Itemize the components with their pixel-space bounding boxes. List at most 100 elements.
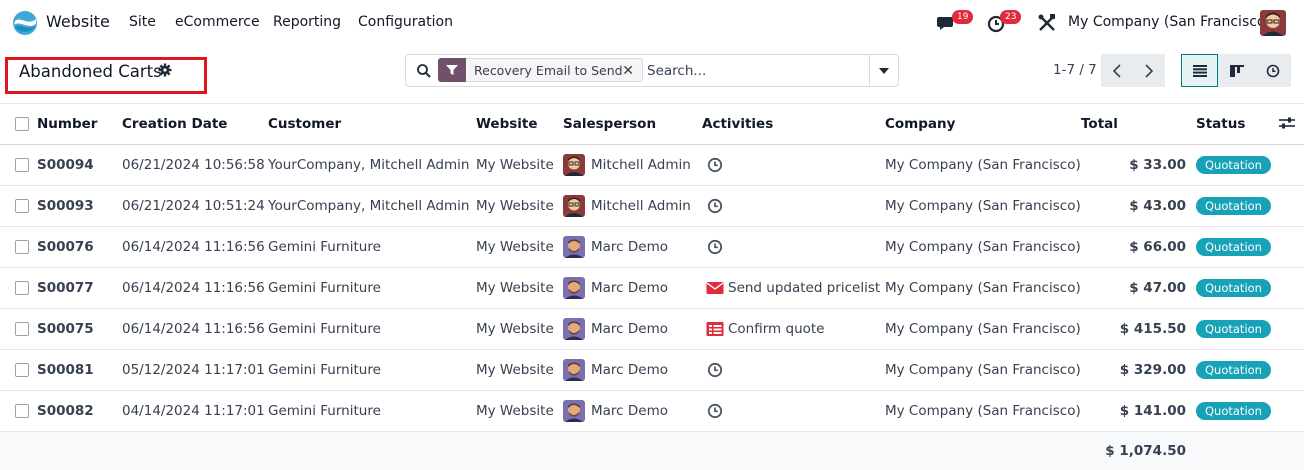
search-input[interactable] (647, 60, 862, 82)
order-number: S00093 (37, 185, 122, 227)
customer: Gemini Furniture (268, 226, 476, 268)
chevron-left-icon (1112, 63, 1121, 78)
select-all-cell[interactable] (0, 103, 37, 145)
column-header-salesperson[interactable]: Salesperson (563, 103, 702, 145)
row-select-cell[interactable] (0, 226, 37, 268)
table-row[interactable]: S00093 06/21/2024 10:51:24 YourCompany, Mi… (0, 185, 1304, 227)
company-switcher[interactable]: My Company (San Francisco) (1068, 14, 1271, 30)
clock-icon[interactable] (702, 197, 728, 215)
activity-cell[interactable]: Send updated pricelist (702, 267, 885, 309)
company: My Company (San Francisco) (885, 185, 1081, 227)
salesperson-avatar[interactable] (563, 154, 591, 176)
list-icon (1192, 64, 1207, 77)
column-header-activities[interactable]: Activities (702, 103, 885, 145)
caret-down-icon (879, 67, 889, 74)
status-badge: Quotation (1196, 279, 1271, 297)
table-row[interactable]: S00081 05/12/2024 11:17:01 Gemini Furnitur… (0, 349, 1304, 391)
column-header-number[interactable]: Number (37, 103, 122, 145)
customer: YourCompany, Mitchell Admin (268, 144, 476, 186)
row-checkbox[interactable] (15, 158, 29, 172)
tasks-icon[interactable] (702, 320, 728, 338)
row-select-cell[interactable] (0, 390, 37, 432)
search-options-toggle[interactable] (869, 54, 899, 87)
user-avatar[interactable] (1260, 10, 1286, 36)
clock-icon[interactable] (702, 361, 728, 379)
order-number: S00075 (37, 308, 122, 350)
table-row[interactable]: S00094 06/21/2024 10:56:58 YourCompany, Mi… (0, 144, 1304, 186)
column-header-total[interactable]: Total (1081, 103, 1196, 145)
pager-value[interactable]: 1-7 / 7 (1053, 62, 1097, 78)
table-row[interactable]: S00077 06/14/2024 11:16:56 Gemini Furnitur… (0, 267, 1304, 309)
status-cell: Quotation (1196, 390, 1304, 432)
row-checkbox[interactable] (15, 199, 29, 213)
customer: Gemini Furniture (268, 390, 476, 432)
row-checkbox[interactable] (15, 363, 29, 377)
company: My Company (San Francisco) (885, 267, 1081, 309)
row-checkbox[interactable] (15, 240, 29, 254)
total: $ 66.00 (1081, 226, 1196, 268)
order-number: S00094 (37, 144, 122, 186)
salesperson-cell: Marc Demo (563, 267, 702, 309)
search-facet: Recovery Email to Send ✕ (438, 58, 643, 82)
row-select-cell[interactable] (0, 267, 37, 309)
row-checkbox[interactable] (15, 281, 29, 295)
menu-reporting[interactable]: Reporting (273, 14, 341, 30)
customer: YourCompany, Mitchell Admin (268, 185, 476, 227)
facet-close-icon[interactable]: ✕ (622, 63, 634, 79)
total: $ 415.50 (1081, 308, 1196, 350)
column-header-customer[interactable]: Customer (268, 103, 476, 145)
column-header-creation-date[interactable]: Creation Date (122, 103, 268, 145)
customer: Gemini Furniture (268, 308, 476, 350)
gear-icon[interactable] (158, 63, 172, 77)
row-checkbox[interactable] (15, 404, 29, 418)
salesperson-name: Marc Demo (591, 362, 668, 378)
salesperson-avatar[interactable] (563, 318, 591, 340)
total: $ 33.00 (1081, 144, 1196, 186)
menu-ecommerce[interactable]: eCommerce (175, 14, 260, 30)
salesperson-avatar[interactable] (563, 359, 591, 381)
status-badge: Quotation (1196, 402, 1271, 420)
table-row[interactable]: S00082 04/14/2024 11:17:01 Gemini Furnitur… (0, 390, 1304, 432)
activity-cell[interactable] (702, 185, 885, 227)
activity-cell[interactable] (702, 390, 885, 432)
row-select-cell[interactable] (0, 185, 37, 227)
activity-cell[interactable] (702, 226, 885, 268)
row-select-cell[interactable] (0, 349, 37, 391)
salesperson-avatar[interactable] (563, 277, 591, 299)
salesperson-cell: Marc Demo (563, 226, 702, 268)
salesperson-avatar[interactable] (563, 195, 591, 217)
pager-next-button[interactable] (1133, 54, 1165, 87)
optional-columns-icon[interactable] (1279, 116, 1295, 130)
row-select-cell[interactable] (0, 144, 37, 186)
row-select-cell[interactable] (0, 308, 37, 350)
website-app-icon[interactable] (12, 10, 38, 36)
activity-summary[interactable]: Confirm quote (728, 321, 824, 337)
activity-cell[interactable] (702, 349, 885, 391)
messages-badge: 19 (952, 10, 974, 24)
table-row[interactable]: S00076 06/14/2024 11:16:56 Gemini Furnitur… (0, 226, 1304, 268)
activity-summary[interactable]: Send updated pricelist (728, 280, 880, 296)
salesperson-avatar[interactable] (563, 400, 591, 422)
salesperson-avatar[interactable] (563, 236, 591, 258)
clock-icon[interactable] (702, 402, 728, 420)
activity-cell[interactable] (702, 144, 885, 186)
app-name[interactable]: Website (46, 12, 110, 31)
creation-date: 06/21/2024 10:56:58 (122, 144, 268, 186)
list-view-button[interactable] (1181, 54, 1218, 87)
column-header-company[interactable]: Company (885, 103, 1081, 145)
clock-icon[interactable] (702, 238, 728, 256)
menu-configuration[interactable]: Configuration (358, 14, 453, 30)
tools-icon[interactable] (1036, 12, 1058, 34)
kanban-view-button[interactable] (1218, 54, 1255, 87)
row-checkbox[interactable] (15, 322, 29, 336)
table-row[interactable]: S00075 06/14/2024 11:16:56 Gemini Furnitur… (0, 308, 1304, 350)
search-icon (417, 64, 431, 78)
envelope-icon[interactable] (702, 279, 728, 297)
menu-site[interactable]: Site (129, 14, 156, 30)
clock-icon[interactable] (702, 156, 728, 174)
select-all-checkbox[interactable] (15, 117, 29, 131)
activity-view-button[interactable] (1254, 54, 1291, 87)
column-header-website[interactable]: Website (476, 103, 563, 145)
pager-previous-button[interactable] (1101, 54, 1133, 87)
activity-cell[interactable]: Confirm quote (702, 308, 885, 350)
